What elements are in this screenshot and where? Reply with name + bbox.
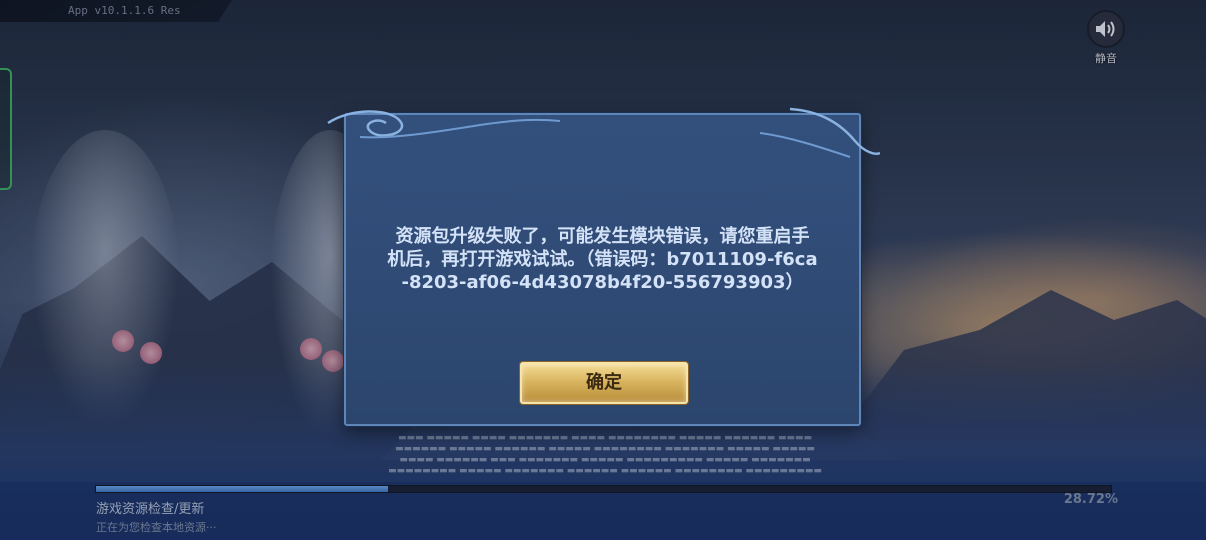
confirm-button[interactable]: 确定 <box>520 362 688 404</box>
error-message-line: 资源包升级失败了，可能发生模块错误，请您重启手 <box>395 226 810 247</box>
error-dialog: 资源包升级失败了，可能发生模块错误，请您重启手 机后，再打开游戏试试。（错误码：… <box>327 107 880 426</box>
cloud-swirl-ornament <box>327 107 880 158</box>
error-message-line: -8203-af06-4d43078b4f20-556793903） <box>401 272 804 293</box>
error-message: 资源包升级失败了，可能发生模块错误，请您重启手 机后，再打开游戏试试。（错误码：… <box>364 225 841 294</box>
error-message-line: 机后，再打开游戏试试。（错误码：b7011109-f6ca <box>387 249 818 270</box>
